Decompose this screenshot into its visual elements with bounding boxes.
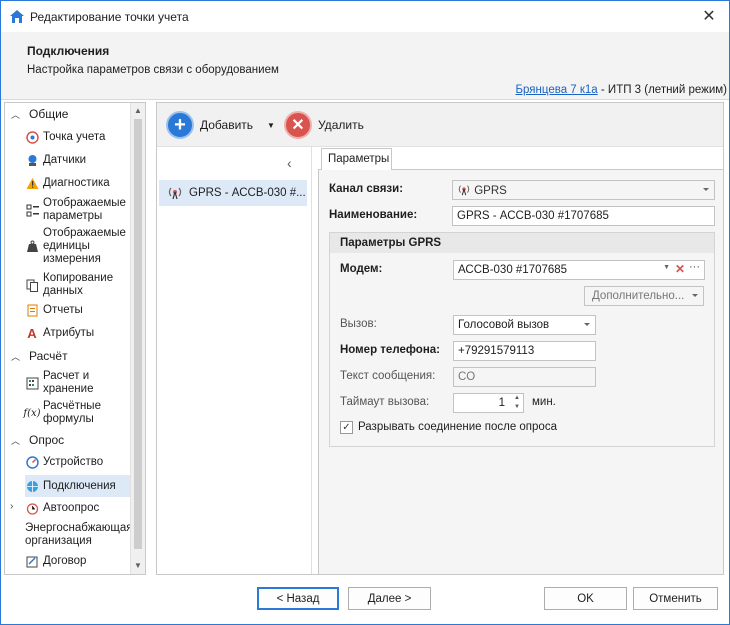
clock-icon [25,501,39,515]
plus-icon: + [166,111,194,139]
message-field[interactable]: CO [453,367,596,387]
next-button[interactable]: Далее > [348,587,431,610]
add-button[interactable]: + Добавить ▼ [166,110,275,140]
chevron-up-icon: ︿ [11,435,21,446]
timeout-unit: мин. [532,396,556,408]
scroll-up-icon[interactable]: ▲ [131,104,145,118]
sidebar-item-device[interactable]: Устройство [25,455,130,469]
nav-group-general[interactable]: ︿ Общие [11,107,68,121]
page-title: Подключения [27,44,110,58]
connections-list: ‹ GPRS - АССВ-030 #... [157,147,312,574]
chevron-right-icon[interactable]: › [10,501,13,512]
home-icon [10,10,24,23]
more-button[interactable]: Дополнительно... [584,286,704,306]
disconnect-label: Разрывать соединение после опроса [358,421,557,433]
sidebar-item-formulas[interactable]: f(x) Расчётные формулы [23,400,130,426]
chevron-down-icon [692,294,698,297]
sidebar-item-calc-storage[interactable]: Расчет и хранение [25,370,130,396]
chevron-up-icon: ︿ [11,351,21,362]
clear-icon[interactable]: ✕ [675,262,685,276]
channel-label: Канал связи: [329,183,404,195]
object-caption: Брянцева 7 к1а - ИТП 3 (летний режим) [515,84,727,96]
sidebar-item-sensors[interactable]: Датчики [25,153,130,167]
list-item[interactable]: GPRS - АССВ-030 #... [159,180,307,206]
attribute-icon: A [27,325,37,341]
timeout-label: Таймаут вызова: [340,396,430,408]
message-label: Текст сообщения: [340,370,436,382]
sidebar-item-display-units[interactable]: Отображаемые единицы измерения [25,227,130,266]
chevron-up-icon: ︿ [11,109,21,120]
phone-field[interactable]: +79291579113 [453,341,596,361]
sidebar-scrollbar[interactable]: ▲ ▼ [130,103,145,574]
modem-label: Модем: [340,263,383,275]
back-button[interactable]: < Назад [257,587,339,610]
nav-group-energy[interactable]: Энергоснабжающая организация [25,522,133,548]
copy-icon [25,278,39,292]
name-label: Наименование: [329,209,418,221]
name-field[interactable]: GPRS - АССВ-030 #1707685 [452,206,715,226]
sidebar-item-attributes[interactable]: A Атрибуты [25,326,130,340]
close-button[interactable]: ✕ [699,7,719,27]
delete-x-icon: ✕ [284,111,312,139]
ok-button[interactable]: OK [544,587,627,610]
dropdown-arrow-icon[interactable]: ▼ [267,121,275,130]
antenna-icon [168,187,182,200]
scroll-down-icon[interactable]: ▼ [131,559,145,573]
params-panel: Канал связи: GPRS Наименование: GPRS - А… [318,169,723,575]
sidebar-item-point[interactable]: Точка учета [25,130,130,144]
sidebar-nav: ︿ Общие Точка учета Датчики Диагностика О… [4,102,146,575]
stepper-up-icon[interactable]: ▲ [514,394,520,402]
modem-select[interactable]: АССВ-030 #1707685 ▼ ✕ ··· [453,260,705,280]
sidebar-item-contract[interactable]: Договор [25,554,130,568]
cancel-button[interactable]: Отменить [633,587,718,610]
dialog-window: Редактирование точки учета ✕ Подключения… [0,0,730,625]
weight-icon [25,240,39,254]
formula-icon: f(x) [23,407,41,419]
call-label: Вызов: [340,318,377,330]
calc-icon [25,376,39,390]
nav-group-calc[interactable]: ︿ Расчёт [11,349,68,363]
toolbar: + Добавить ▼ ✕ Удалить [157,103,723,147]
sensor-icon [25,153,39,167]
sidebar-item-autopoll[interactable]: Автоопрос [25,501,130,515]
tab-params[interactable]: Параметры [321,148,392,170]
sidebar-item-copy-data[interactable]: Копирование данных [25,272,130,298]
report-icon [25,303,39,317]
disconnect-checkbox[interactable]: ✓ [340,421,353,434]
sidebar-item-reports[interactable]: Отчеты [25,303,130,317]
gprs-header: Параметры GPRS [330,233,714,253]
scrollbar-thumb[interactable] [134,119,142,549]
chevron-down-icon[interactable]: ▼ [663,264,670,271]
chevron-down-icon [584,323,590,326]
main-content: + Добавить ▼ ✕ Удалить ‹ GPRS - АССВ-030… [156,102,724,575]
collapse-icon[interactable]: ‹ [287,155,292,171]
gprs-params-group: Параметры GPRS Модем: АССВ-030 #1707685 … [329,232,715,447]
target-icon [25,130,39,144]
antenna-icon [458,185,470,196]
title-bar: Редактирование точки учета ✕ [1,1,729,32]
address-suffix: - ИТП 3 (летний режим) [597,84,727,96]
page-subtitle: Настройка параметров связи с оборудовани… [27,64,279,76]
globe-icon [25,479,39,493]
gauge-icon [25,455,39,469]
call-select[interactable]: Голосовой вызов [453,315,596,335]
more-icon[interactable]: ··· [689,261,700,273]
delete-button[interactable]: ✕ Удалить [284,110,364,140]
list-check-icon [25,203,39,217]
window-title: Редактирование точки учета [30,10,189,24]
contract-icon [25,554,39,568]
phone-label: Номер телефона: [340,344,440,356]
nav-group-polling[interactable]: ︿ Опрос [11,433,64,447]
chevron-down-icon [703,188,709,191]
sidebar-item-diagnostics[interactable]: Диагностика [25,176,130,190]
page-header: Подключения Настройка параметров связи с… [1,32,729,100]
address-link[interactable]: Брянцева 7 к1а [515,84,597,96]
stepper-down-icon[interactable]: ▼ [514,403,520,411]
sidebar-item-display-params[interactable]: Отображаемые параметры [25,197,130,223]
channel-select[interactable]: GPRS [452,180,715,200]
sidebar-item-connections[interactable]: Подключения [25,475,130,497]
timeout-stepper[interactable]: 1 ▲ ▼ [453,393,524,413]
warning-icon [25,176,39,190]
